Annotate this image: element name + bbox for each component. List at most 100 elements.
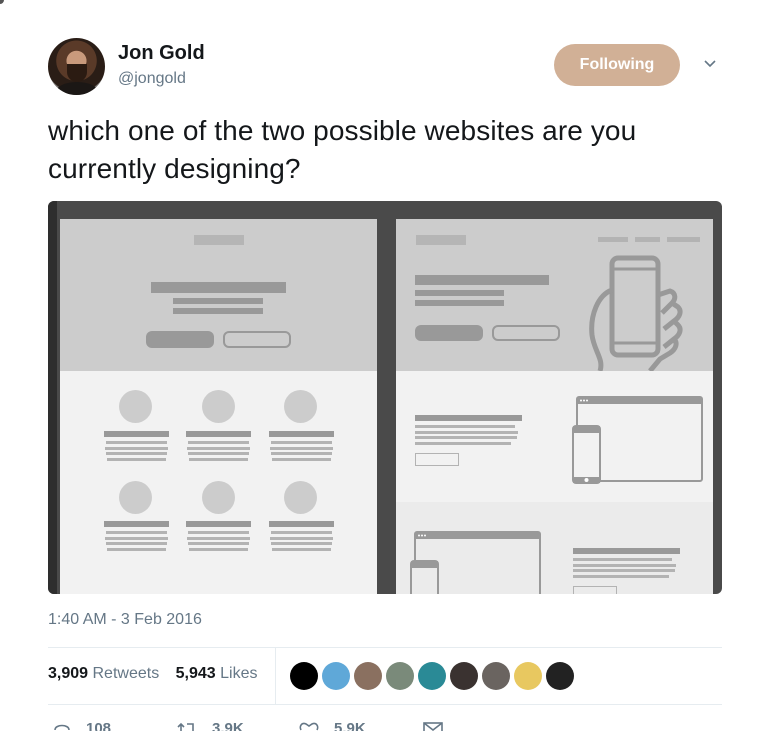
phone-in-hand-illustration bbox=[589, 255, 683, 371]
reply-count: 108 bbox=[86, 720, 112, 731]
card-circle bbox=[119, 390, 152, 423]
chevron-down-icon[interactable] bbox=[702, 56, 718, 72]
tweet-media[interactable] bbox=[48, 201, 722, 594]
like-button[interactable]: 5.9K bbox=[298, 720, 366, 731]
card-circle bbox=[202, 481, 235, 514]
liker-avatar[interactable] bbox=[546, 662, 574, 690]
retweets-count: 3,909 bbox=[48, 665, 89, 682]
primary-button-placeholder bbox=[146, 331, 214, 348]
card-circle bbox=[284, 481, 317, 514]
reply-button[interactable]: 108 bbox=[52, 720, 111, 731]
card-line bbox=[271, 542, 332, 545]
subheading-line bbox=[173, 298, 263, 304]
likes-count: 5,943 bbox=[175, 665, 216, 682]
left-wireframe bbox=[60, 219, 377, 594]
tweet-text: which one of the two possible websites a… bbox=[48, 115, 637, 184]
right-hero bbox=[396, 219, 713, 371]
reply-icon bbox=[54, 724, 70, 731]
stats-separator bbox=[275, 648, 276, 704]
divider bbox=[48, 647, 722, 648]
card-circle bbox=[284, 390, 317, 423]
following-button[interactable]: Following bbox=[554, 44, 680, 86]
card-line bbox=[106, 542, 167, 545]
liker-avatar[interactable] bbox=[418, 662, 446, 690]
card-line bbox=[188, 441, 249, 444]
secondary-button-placeholder bbox=[223, 331, 291, 348]
card-title bbox=[186, 521, 251, 527]
feature-row-2 bbox=[396, 502, 713, 594]
logo-placeholder bbox=[416, 235, 466, 245]
card-line bbox=[270, 447, 333, 450]
liker-avatars bbox=[290, 662, 574, 690]
feature-line bbox=[415, 442, 511, 445]
feature-line bbox=[415, 436, 517, 439]
like-count: 5.9K bbox=[334, 720, 366, 731]
primary-button-placeholder bbox=[415, 325, 483, 341]
feature-line bbox=[415, 425, 515, 428]
card-line bbox=[188, 452, 249, 455]
retweets-label: Retweets bbox=[92, 665, 160, 682]
feature-row-1 bbox=[396, 371, 713, 502]
liker-avatar[interactable] bbox=[450, 662, 478, 690]
card-line bbox=[187, 537, 250, 540]
card-line bbox=[106, 452, 167, 455]
liker-avatar[interactable] bbox=[354, 662, 382, 690]
left-card-grid bbox=[60, 371, 377, 594]
retweet-button[interactable]: 3.9K bbox=[176, 720, 244, 731]
retweets-stat[interactable]: 3,909 Retweets bbox=[48, 665, 159, 682]
right-wireframe bbox=[396, 219, 713, 594]
feature-title bbox=[573, 548, 680, 554]
feature-line bbox=[573, 564, 676, 567]
feature-line bbox=[573, 558, 672, 561]
editor-sidebar bbox=[48, 201, 57, 594]
card-line bbox=[271, 441, 332, 444]
card-line bbox=[271, 531, 332, 534]
heart-icon bbox=[299, 722, 319, 731]
feature-line bbox=[573, 569, 675, 572]
card-title bbox=[104, 431, 169, 437]
card-title bbox=[186, 431, 251, 437]
avatar[interactable] bbox=[48, 38, 105, 95]
secondary-button-placeholder bbox=[492, 325, 560, 341]
card-title bbox=[104, 521, 169, 527]
nav-link bbox=[667, 237, 700, 242]
tweet-stats: 3,909 Retweets 5,943 Likes bbox=[48, 665, 270, 683]
window-corner bbox=[0, 0, 4, 4]
card-line bbox=[105, 447, 168, 450]
author-name[interactable]: Jon Gold bbox=[118, 42, 205, 65]
nav-link bbox=[598, 237, 628, 242]
card-line bbox=[105, 537, 168, 540]
envelope-icon bbox=[423, 722, 443, 731]
retweet-icon bbox=[177, 722, 194, 731]
direct-message-button[interactable] bbox=[422, 720, 444, 731]
liker-avatar[interactable] bbox=[482, 662, 510, 690]
divider bbox=[48, 704, 722, 705]
card-line bbox=[189, 458, 248, 461]
liker-avatar[interactable] bbox=[386, 662, 414, 690]
tweet-timestamp[interactable]: 1:40 AM - 3 Feb 2016 bbox=[48, 611, 202, 629]
card-title bbox=[269, 431, 334, 437]
liker-avatar[interactable] bbox=[322, 662, 350, 690]
card-title bbox=[269, 521, 334, 527]
tweet-actions: 108 3.9K 5.9K bbox=[48, 718, 738, 731]
liker-avatar[interactable] bbox=[514, 662, 542, 690]
card-circle bbox=[202, 390, 235, 423]
feature-button-placeholder bbox=[415, 453, 459, 466]
heading-placeholder bbox=[151, 282, 286, 293]
author-handle[interactable]: @jongold bbox=[118, 70, 186, 88]
card-line bbox=[272, 548, 331, 551]
card-line bbox=[270, 537, 333, 540]
feature-line bbox=[573, 575, 669, 578]
card-line bbox=[107, 548, 166, 551]
card-line bbox=[107, 458, 166, 461]
card-line bbox=[187, 447, 250, 450]
feature-line bbox=[415, 431, 518, 434]
liker-avatar[interactable] bbox=[290, 662, 318, 690]
subheading-line bbox=[415, 290, 504, 296]
left-hero bbox=[60, 219, 377, 371]
feature-title bbox=[415, 415, 522, 421]
logo-placeholder bbox=[194, 235, 244, 245]
card-line bbox=[189, 548, 248, 551]
browser-and-phone-illustration bbox=[410, 531, 541, 594]
likes-stat[interactable]: 5,943 Likes bbox=[176, 665, 258, 682]
